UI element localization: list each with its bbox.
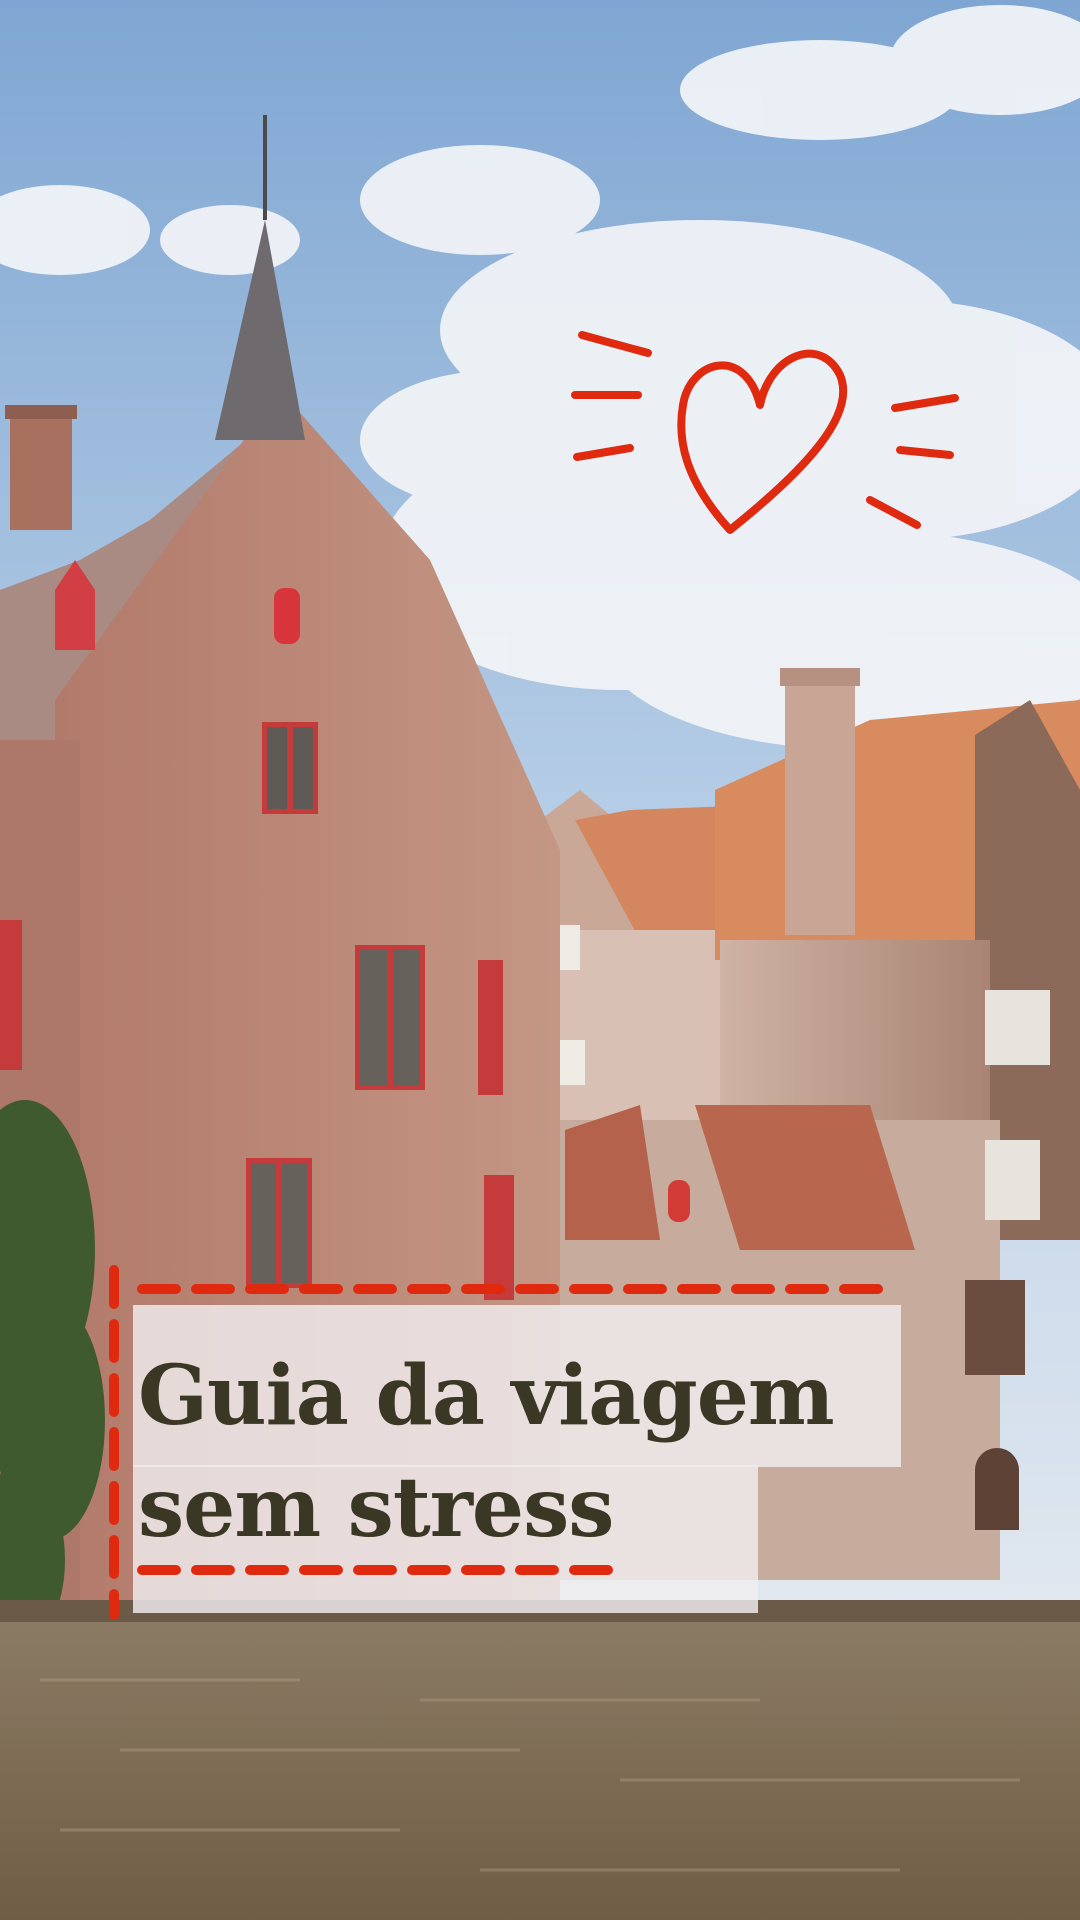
title-line-1: Guia da viagem xyxy=(138,1348,835,1444)
heart-doodle-icon xyxy=(571,331,959,534)
background-photo xyxy=(0,0,1080,1920)
title-line-2: sem stress xyxy=(138,1460,614,1556)
page-title: Guia da viagem sem stress xyxy=(138,1340,1038,1564)
